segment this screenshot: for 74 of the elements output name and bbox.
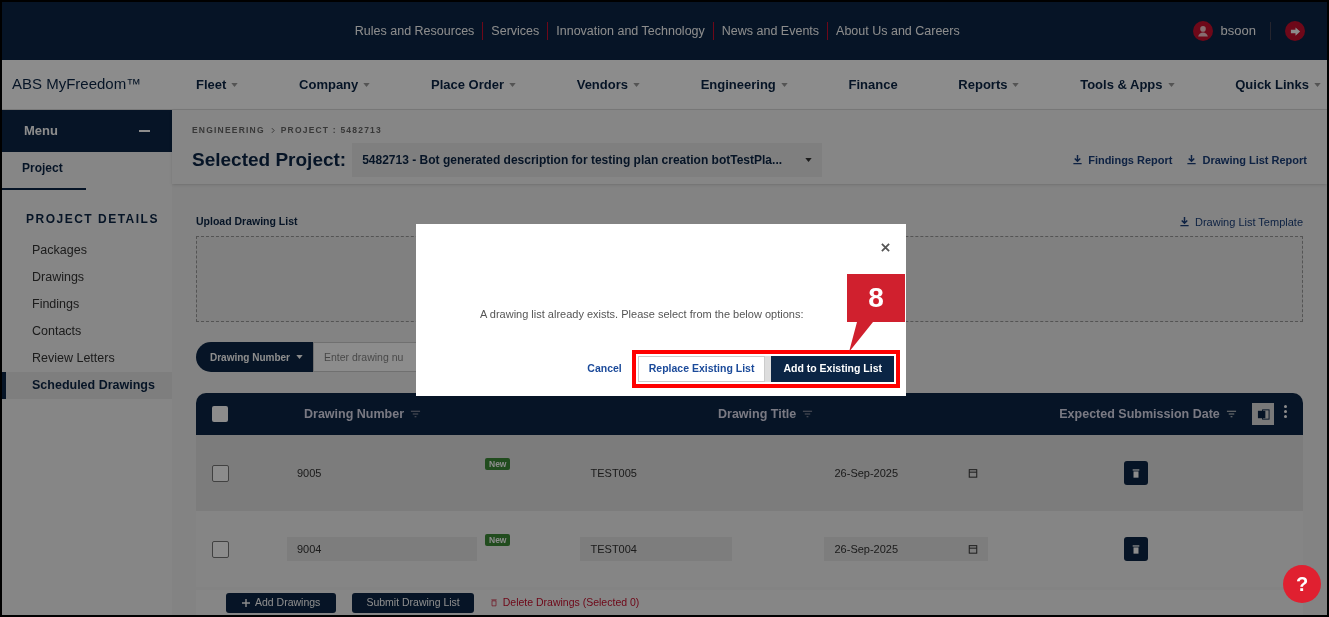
nav-menu-item[interactable]: Fleet: [196, 74, 239, 95]
row-checkbox[interactable]: [212, 540, 229, 558]
close-icon[interactable]: [881, 243, 890, 252]
user-avatar-icon[interactable]: [1192, 21, 1213, 41]
chevron-icon: [270, 126, 275, 134]
nav-menu-item[interactable]: Tools & Apps: [1080, 74, 1175, 95]
more-icon[interactable]: [1284, 404, 1287, 418]
table-cell: 26-Sep-2025: [824, 461, 989, 486]
user-name[interactable]: bsoon: [1220, 21, 1256, 41]
template-link[interactable]: Drawing List Template: [1179, 213, 1303, 231]
sidebar-item[interactable]: Findings: [2, 291, 172, 318]
nav-menu-item[interactable]: Quick Links: [1235, 74, 1321, 95]
breadcrumb-link[interactable]: ENGINEERING: [192, 124, 265, 137]
table-cell-text: 9005: [296, 465, 323, 481]
filter-icon[interactable]: [1225, 409, 1237, 420]
caret-icon: [296, 355, 303, 360]
calendar-icon[interactable]: [968, 544, 979, 555]
download-icon: [1186, 154, 1198, 166]
delete-drawings-button[interactable]: Delete Drawings (Selected 0): [489, 594, 640, 611]
caret-icon: [805, 157, 813, 162]
nav-menu-item[interactable]: Vendors: [576, 74, 640, 95]
submit-button[interactable]: Submit Drawing List: [352, 592, 474, 613]
report-link[interactable]: Drawing List Report: [1186, 151, 1307, 168]
top-nav-link[interactable]: Services: [491, 21, 540, 41]
nav-menu-item[interactable]: Finance: [848, 74, 898, 95]
title-field[interactable]: TEST004: [580, 537, 733, 562]
cancel-button[interactable]: Cancel: [587, 361, 622, 377]
add-to-list-button[interactable]: Add to Existing List: [765, 356, 894, 382]
filter-dropdown[interactable]: Drawing Number: [196, 342, 313, 373]
brand-name: ABS MyFreedom™: [11, 74, 143, 95]
project-select[interactable]: 5482713 - Bot generated description for testing plan creation botTestPla...: [352, 142, 823, 177]
sidebar-item[interactable]: Packages: [2, 237, 172, 264]
spreadsheet-icon[interactable]: [1252, 403, 1274, 426]
report-link[interactable]: Findings Report: [1072, 151, 1173, 168]
new-badge: New: [485, 457, 511, 471]
sidebar-item[interactable]: Drawings: [2, 264, 172, 291]
delete-icon[interactable]: [1124, 537, 1149, 562]
delete-icon[interactable]: [1124, 461, 1149, 486]
nav-menu-item[interactable]: Engineering: [700, 74, 788, 95]
sidebar-item[interactable]: Contacts: [2, 318, 172, 345]
sidebar-item[interactable]: Scheduled Drawings: [2, 372, 172, 399]
menu-title: Menu: [24, 122, 58, 141]
nav-menu-item[interactable]: Reports: [958, 74, 1020, 95]
plus-icon: [242, 598, 250, 607]
date-field[interactable]: 26-Sep-2025: [824, 537, 989, 562]
new-badge: New: [485, 533, 511, 547]
download-icon: [1072, 154, 1084, 166]
trash-icon: [489, 598, 498, 607]
top-nav-link[interactable]: News and Events: [721, 21, 820, 41]
download-icon: [1179, 216, 1190, 228]
top-nav-link[interactable]: Innovation and Technology: [556, 21, 705, 41]
replace-list-button[interactable]: Replace Existing List: [637, 356, 766, 382]
select-all-checkbox[interactable]: [212, 406, 228, 423]
upload-title: Upload Drawing List: [196, 213, 298, 229]
column-header[interactable]: Drawing Title: [718, 404, 814, 424]
row-checkbox[interactable]: [212, 464, 229, 482]
modal-message: A drawing list already exists. Please select from the below options:: [480, 307, 804, 322]
table-cell-text: TEST005: [589, 465, 638, 481]
number-field[interactable]: 9004: [287, 537, 477, 562]
sidebar-item[interactable]: Review Letters: [2, 345, 172, 372]
calendar-icon[interactable]: [968, 468, 979, 479]
column-header[interactable]: Expected Submission Date: [1059, 404, 1237, 424]
project-tab[interactable]: Project: [2, 159, 86, 190]
section-heading: PROJECT DETAILS: [25, 211, 160, 228]
nav-menu-item[interactable]: Company: [299, 74, 371, 95]
nav-menu-item[interactable]: Place Order: [431, 74, 516, 95]
top-nav-link[interactable]: About Us and Careers: [836, 21, 960, 41]
logout-icon[interactable]: [1285, 21, 1305, 41]
breadcrumb-link[interactable]: PROJECT : 5482713: [280, 124, 382, 137]
top-nav-link[interactable]: Rules and Resources: [354, 21, 475, 41]
project-label: Selected Project:: [192, 147, 347, 172]
column-header[interactable]: Drawing Number: [304, 404, 421, 424]
callout-number: 8: [867, 281, 885, 315]
add-drawings-button[interactable]: Add Drawings: [226, 592, 337, 613]
